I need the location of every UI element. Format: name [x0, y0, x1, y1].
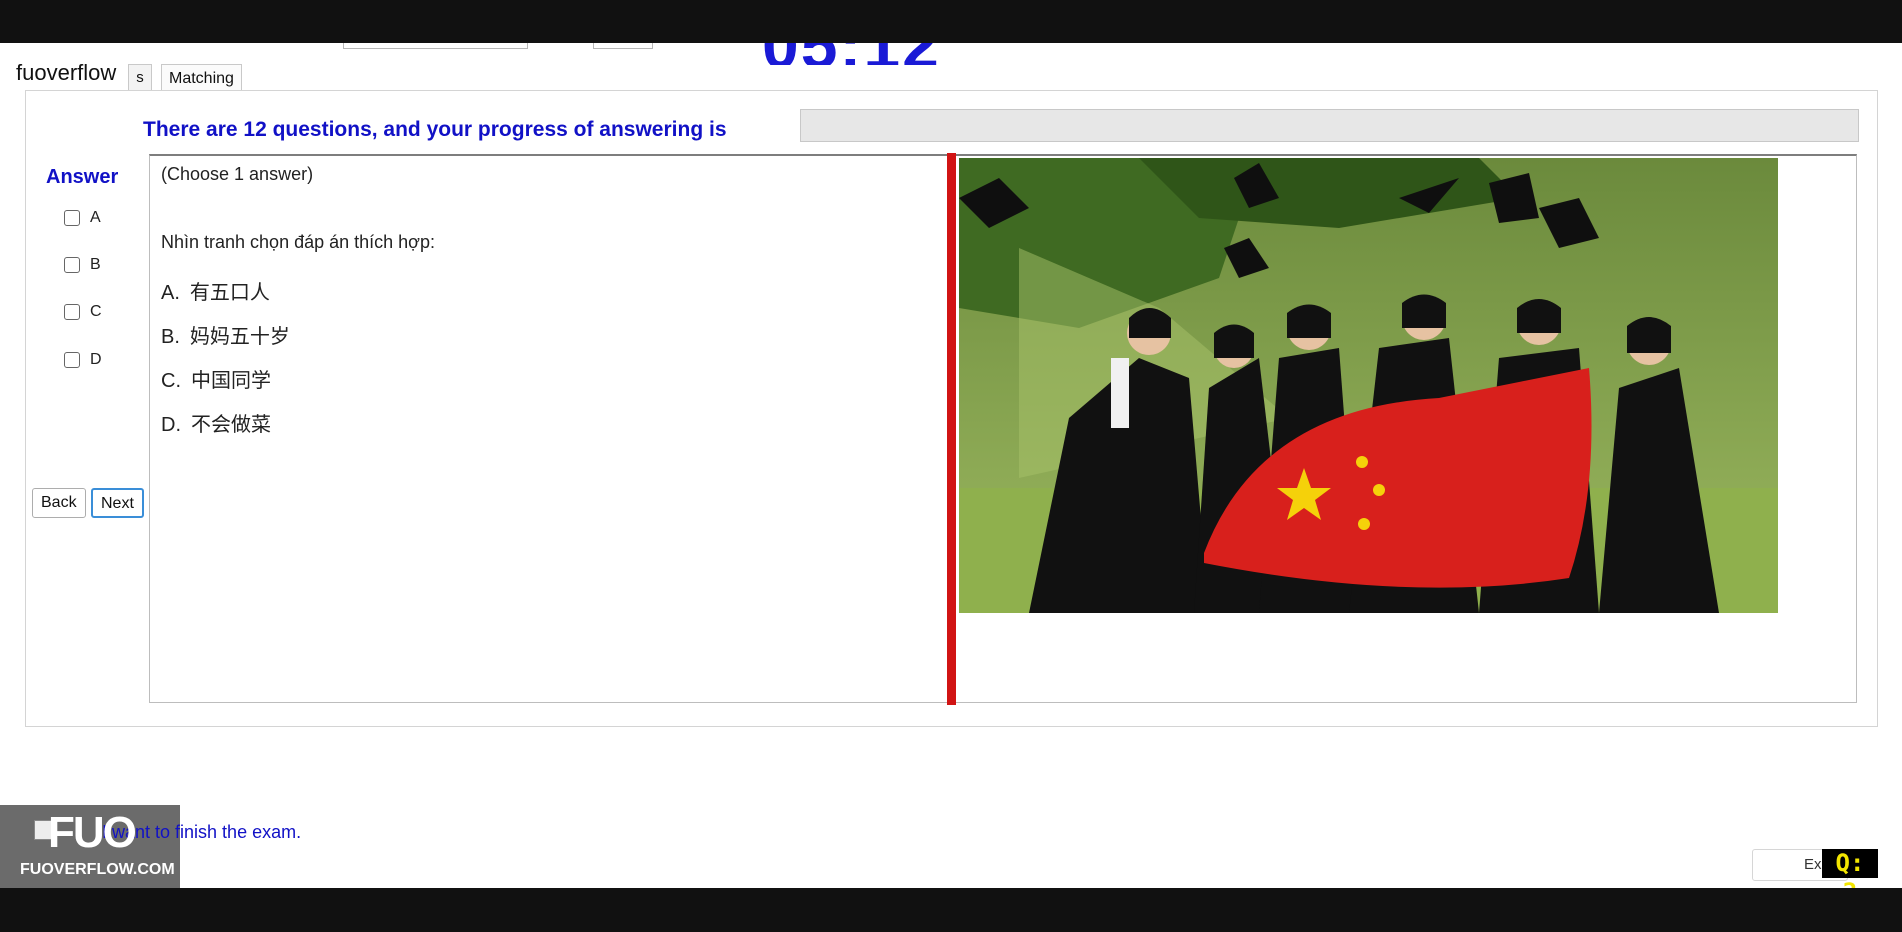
question-option-a: A. 有五口人 [161, 282, 270, 304]
tab-matching[interactable]: Matching [161, 64, 242, 91]
fuo-logo-subtitle: FUOVERFLOW.COM [20, 861, 175, 878]
checkbox[interactable] [64, 352, 80, 368]
progress-label: There are 12 questions, and your progres… [143, 118, 727, 141]
question-prompt: Nhìn tranh chọn đáp án thích hợp: [161, 232, 435, 252]
watermark-text: fuoverflow [10, 60, 123, 86]
question-number-badge: Q: 2 [1822, 849, 1878, 906]
question-note: (Choose 1 answer) [161, 164, 314, 184]
top-black-bar [0, 0, 1902, 43]
option-label: B [90, 256, 101, 273]
bottom-black-bar [0, 888, 1902, 932]
answer-option-a[interactable]: A [64, 209, 101, 227]
answer-option-d[interactable]: D [64, 351, 102, 369]
fuo-logo: FUO [48, 808, 137, 857]
question-image [959, 158, 1778, 613]
question-option-d: D. 不会做菜 [161, 414, 271, 436]
back-button[interactable]: Back [32, 488, 86, 518]
checkbox[interactable] [64, 257, 80, 273]
option-label: A [90, 209, 101, 226]
option-label: C [90, 303, 102, 320]
tab-partial[interactable]: s [128, 64, 152, 90]
clipped-dropdown [343, 43, 528, 49]
splitter-handle[interactable] [947, 153, 956, 705]
progress-bar [800, 109, 1859, 142]
clipped-field [593, 43, 653, 49]
next-button[interactable]: Next [91, 488, 144, 518]
question-option-b: B. 妈妈五十岁 [161, 326, 290, 348]
answer-heading: Answer [46, 166, 119, 188]
question-option-c: C. 中国同学 [161, 370, 271, 392]
answer-option-c[interactable]: C [64, 303, 102, 321]
option-label: D [90, 351, 102, 368]
answer-option-b[interactable]: B [64, 256, 101, 274]
countdown-timer: 05:12 [762, 43, 941, 65]
checkbox[interactable] [64, 210, 80, 226]
checkbox[interactable] [64, 304, 80, 320]
